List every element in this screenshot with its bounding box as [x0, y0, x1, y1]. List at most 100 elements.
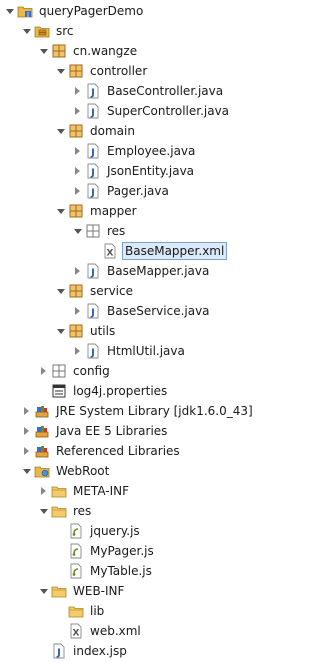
collapse-arrow-icon[interactable]	[73, 227, 82, 236]
tree-item[interactable]: J BaseController.java	[0, 81, 285, 101]
collapse-arrow-icon[interactable]	[39, 587, 48, 596]
collapse-arrow-icon[interactable]	[56, 127, 65, 136]
tree-item-label: JRE System Library [jdk1.6.0_43]	[56, 404, 253, 418]
java-file-icon: J	[85, 83, 101, 99]
folder-icon	[68, 603, 84, 619]
tree-item[interactable]: domain	[0, 121, 285, 141]
svg-text:J: J	[90, 88, 95, 99]
expand-arrow-icon[interactable]	[73, 86, 82, 96]
tree-item[interactable]: JRE System Library [jdk1.6.0_43]	[0, 401, 285, 421]
tree-item[interactable]: J HtmlUtil.java	[0, 341, 285, 361]
svg-text:J: J	[90, 108, 95, 119]
svg-text:J: J	[26, 12, 29, 19]
package-explorer-tree: JqueryPagerDemo src cn.wangze controller J Ba…	[0, 0, 285, 663]
tree-item[interactable]: service	[0, 281, 285, 301]
library-icon	[34, 443, 50, 459]
tree-item[interactable]: J Pager.java	[0, 181, 285, 201]
tree-item[interactable]: Referenced Libraries	[0, 441, 285, 461]
tree-item-label: lib	[90, 604, 105, 618]
svg-text:X: X	[107, 249, 114, 259]
svg-text:J: J	[90, 148, 95, 159]
folder-icon	[51, 503, 67, 519]
collapse-arrow-icon[interactable]	[22, 467, 31, 476]
expand-arrow-icon[interactable]	[73, 146, 82, 156]
tree-item-label: META-INF	[73, 484, 130, 498]
java-file-icon: J	[85, 303, 101, 319]
tree-item-label: BaseService.java	[107, 304, 210, 318]
tree-item[interactable]: res	[0, 221, 285, 241]
tree-item[interactable]: res	[0, 501, 285, 521]
tree-item[interactable]: config	[0, 361, 285, 381]
tree-item-label: controller	[90, 64, 148, 78]
package-icon	[51, 43, 67, 59]
svg-text:J: J	[90, 348, 95, 359]
expand-arrow-icon[interactable]	[39, 366, 48, 376]
tree-item-label: res	[107, 224, 126, 238]
package-icon	[68, 203, 84, 219]
tree-item[interactable]: log4j.properties	[0, 381, 285, 401]
tree-item[interactable]: META-INF	[0, 481, 285, 501]
tree-item[interactable]: Xweb.xml	[0, 621, 285, 641]
expand-arrow-icon[interactable]	[73, 266, 82, 276]
tree-item-label: Pager.java	[107, 184, 169, 198]
java-file-icon: J	[85, 343, 101, 359]
expand-arrow-icon[interactable]	[39, 486, 48, 496]
tree-item[interactable]: WEB-INF	[0, 581, 285, 601]
tree-item-label: res	[73, 504, 92, 518]
tree-item-label: BaseMapper.xml	[122, 242, 228, 260]
collapse-arrow-icon[interactable]	[22, 27, 31, 36]
expand-arrow-icon[interactable]	[22, 426, 31, 436]
java-file-icon: J	[85, 183, 101, 199]
package-empty-icon	[51, 363, 67, 379]
tree-item[interactable]: J BaseMapper.java	[0, 261, 285, 281]
expand-arrow-icon[interactable]	[22, 446, 31, 456]
tree-item-label: jquery.js	[90, 524, 140, 538]
tree-item[interactable]: WebRoot	[0, 461, 285, 481]
expand-arrow-icon[interactable]	[73, 166, 82, 176]
tree-item[interactable]: Java EE 5 Libraries	[0, 421, 285, 441]
tree-item[interactable]: MyPager.js	[0, 541, 285, 561]
tree-item[interactable]: lib	[0, 601, 285, 621]
tree-item[interactable]: JqueryPagerDemo	[0, 1, 285, 21]
collapse-arrow-icon[interactable]	[56, 287, 65, 296]
tree-item[interactable]: J SuperController.java	[0, 101, 285, 121]
expand-arrow-icon[interactable]	[73, 106, 82, 116]
tree-item-label: domain	[90, 124, 135, 138]
tree-item[interactable]: MyTable.js	[0, 561, 285, 581]
expand-arrow-icon[interactable]	[73, 186, 82, 196]
collapse-arrow-icon[interactable]	[56, 327, 65, 336]
svg-text:J: J	[90, 268, 95, 279]
package-empty-icon	[85, 223, 101, 239]
expand-arrow-icon[interactable]	[73, 346, 82, 356]
expand-arrow-icon[interactable]	[22, 406, 31, 416]
tree-item[interactable]: src	[0, 21, 285, 41]
tree-item[interactable]: Jindex.jsp	[0, 641, 285, 661]
tree-item[interactable]: controller	[0, 61, 285, 81]
collapse-arrow-icon[interactable]	[5, 7, 14, 16]
tree-item-label: mapper	[90, 204, 137, 218]
tree-item-label: utils	[90, 324, 116, 338]
folder-icon	[51, 583, 67, 599]
collapse-arrow-icon[interactable]	[56, 67, 65, 76]
tree-item-label: config	[73, 364, 110, 378]
tree-item-label: HtmlUtil.java	[107, 344, 185, 358]
collapse-arrow-icon[interactable]	[39, 47, 48, 56]
tree-item-label: service	[90, 284, 133, 298]
collapse-arrow-icon[interactable]	[39, 507, 48, 516]
expand-arrow-icon[interactable]	[73, 306, 82, 316]
collapse-arrow-icon[interactable]	[56, 207, 65, 216]
tree-item-label: cn.wangze	[73, 44, 138, 58]
tree-item[interactable]: cn.wangze	[0, 41, 285, 61]
package-icon	[68, 63, 84, 79]
tree-item[interactable]: J JsonEntity.java	[0, 161, 285, 181]
svg-text:X: X	[73, 629, 80, 639]
js-file-icon	[68, 563, 84, 579]
tree-item[interactable]: mapper	[0, 201, 285, 221]
js-file-icon	[68, 543, 84, 559]
tree-item[interactable]: J Employee.java	[0, 141, 285, 161]
tree-item[interactable]: X BaseMapper.xml	[0, 241, 285, 261]
tree-item-label: JsonEntity.java	[107, 164, 195, 178]
tree-item[interactable]: utils	[0, 321, 285, 341]
tree-item[interactable]: jquery.js	[0, 521, 285, 541]
tree-item[interactable]: J BaseService.java	[0, 301, 285, 321]
